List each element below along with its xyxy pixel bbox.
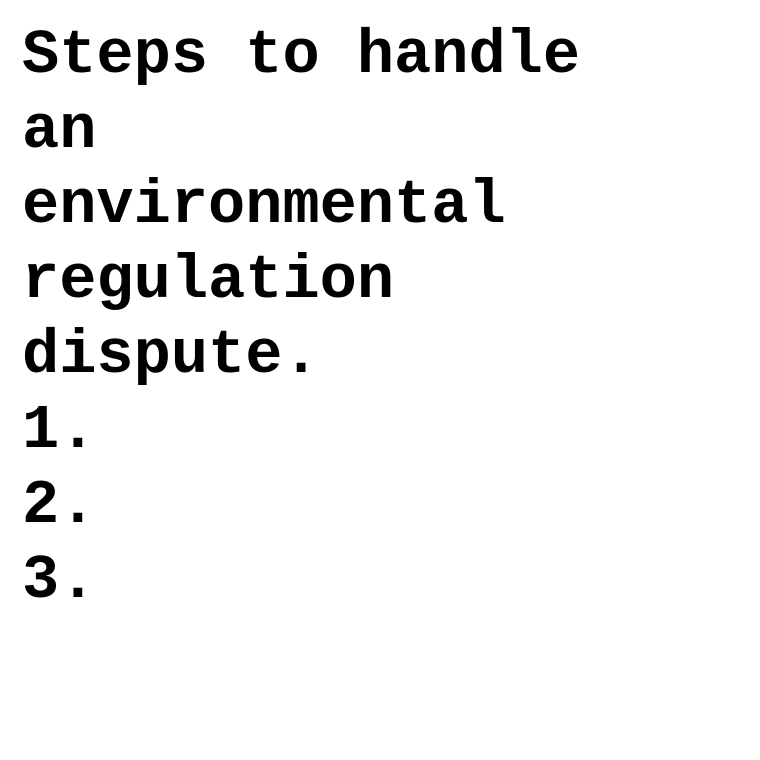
document-title: Steps to handle an environmental regulat… — [22, 18, 752, 393]
title-line: dispute. — [22, 320, 320, 391]
list-item-number: 1. — [22, 395, 97, 466]
document-page: Steps to handle an environmental regulat… — [22, 18, 752, 618]
list-item-number: 2. — [22, 470, 97, 541]
list-item-number: 3. — [22, 545, 97, 616]
title-line: regulation — [22, 245, 395, 316]
numbered-list: 1. 2. 3. — [22, 393, 752, 618]
title-line: Steps to handle — [22, 20, 581, 91]
title-line: an — [22, 95, 97, 166]
title-line: environmental — [22, 170, 506, 241]
